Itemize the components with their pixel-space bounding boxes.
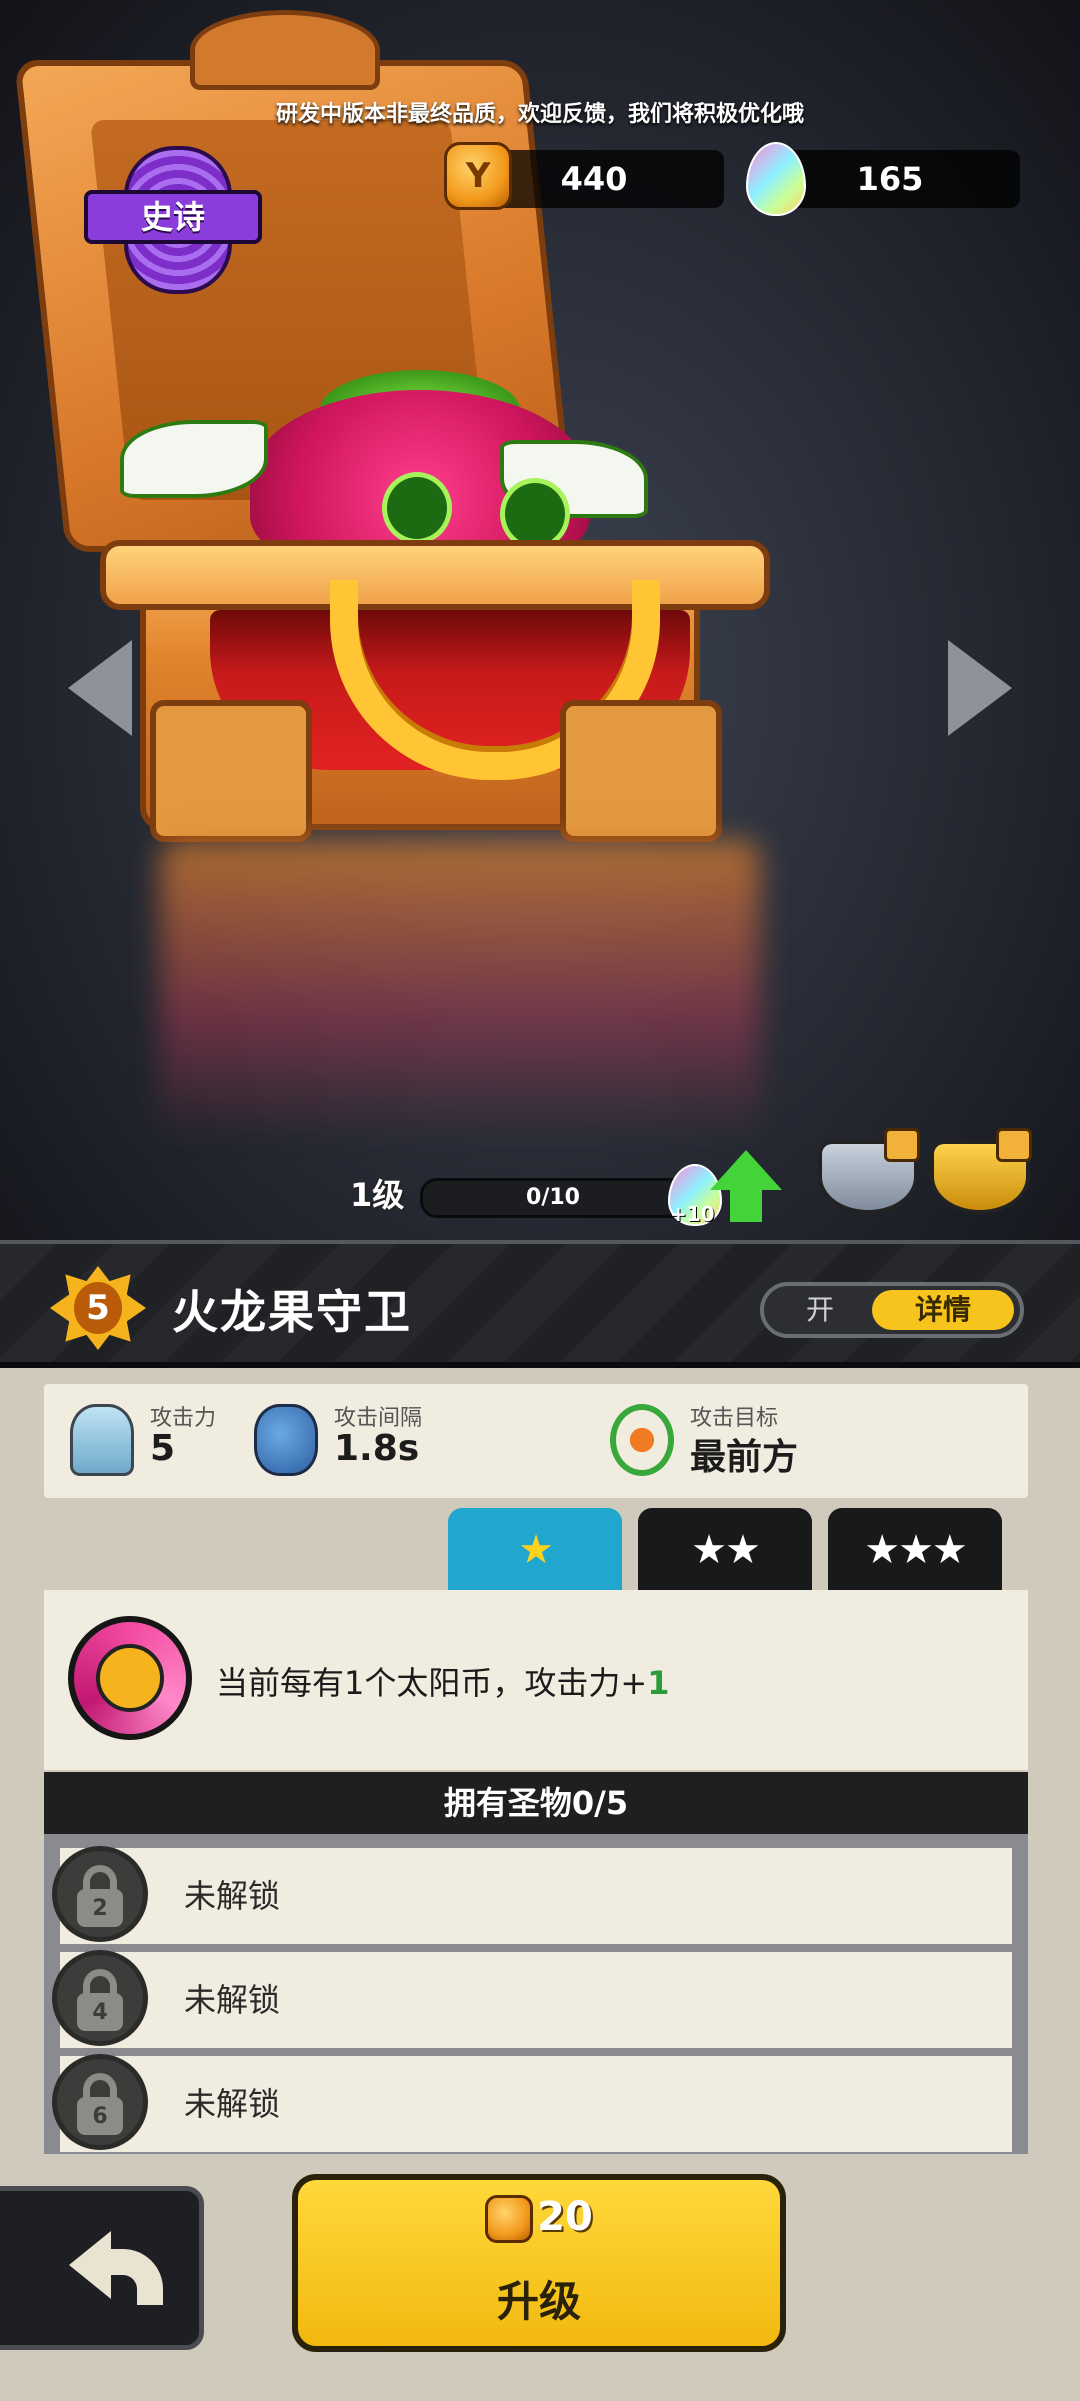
list-item[interactable]: 2 未解锁 [52,1846,1012,1944]
star-level-badge: 5 [50,1266,146,1350]
list-item[interactable]: 6 未解锁 [52,2054,1012,2152]
tab-two-star[interactable]: ★★ [638,1508,812,1592]
xp-bar: 0/10 [420,1178,686,1218]
sword-icon [70,1404,134,1476]
skill-key-icon [68,1616,192,1740]
sun-coin-icon [485,2195,534,2243]
xp-text: 0/10 [526,1185,580,1210]
skill-card: 当前每有1个太阳币，攻击力+1 [44,1590,1028,1770]
plant-name: 火龙果守卫 [172,1285,412,1339]
toggle-on-label[interactable]: 详情 [872,1290,1014,1330]
lock-icon [884,1128,920,1162]
list-item[interactable]: 4 未解锁 [52,1950,1012,2048]
crosshair-icon [610,1404,674,1476]
rarity-label: 史诗 [84,190,262,244]
upgrade-button[interactable]: 20 升级 [292,2174,786,2352]
lock-icon: 2 [52,1846,148,1942]
tab-one-star[interactable]: ★ [448,1508,622,1592]
level-up-arrow-icon[interactable] [710,1150,782,1190]
level-progress: 1级 0/10 +10 [340,1150,800,1226]
plant-showcase: 史诗 研发中版本非最终品质，欢迎反馈，我们将积极优化哦 Y 440 165 1级… [0,0,1080,1240]
gem-counter[interactable]: 165 [746,142,1020,216]
next-plant-button[interactable] [948,640,1012,736]
silver-rank-badge-icon[interactable] [818,1128,920,1214]
back-arrow-icon [69,2231,111,2299]
coin-counter[interactable]: Y 440 [444,142,724,210]
lock-icon [996,1128,1032,1162]
skill-description: 当前每有1个太阳币，攻击力+1 [216,1664,670,1702]
relic-header: 拥有圣物0/5 [44,1772,1028,1834]
relic-list: 2 未解锁 4 未解锁 6 未解锁 [44,1834,1028,2154]
upgrade-label: 升级 [496,2277,581,2326]
stats-row: 攻击力 5 攻击间隔 1.8s 攻击目标 最前方 [44,1384,1028,1498]
toggle-off-label[interactable]: 开 [764,1286,876,1334]
hourglass-cloud-icon [254,1404,318,1476]
back-button[interactable] [0,2186,204,2350]
lock-icon: 6 [52,2054,148,2150]
tab-three-star[interactable]: ★★★ [828,1508,1002,1592]
prev-plant-button[interactable] [68,640,132,736]
dev-notice: 研发中版本非最终品质，欢迎反馈，我们将积极优化哦 [275,102,804,127]
level-label: 1级 [350,1176,405,1214]
gold-rank-badge-icon[interactable] [930,1128,1032,1214]
star-tabs: ★ ★★ ★★★ [448,1508,1004,1592]
details-toggle[interactable]: 开 详情 [760,1282,1024,1338]
lock-icon: 4 [52,1950,148,2046]
plant-name-bar: 5 火龙果守卫 开 详情 [0,1240,1080,1368]
rarity-badge: 史诗 [84,146,262,294]
upgrade-cost: 20 [298,2194,780,2243]
xp-bonus: +10 [670,1202,715,1226]
